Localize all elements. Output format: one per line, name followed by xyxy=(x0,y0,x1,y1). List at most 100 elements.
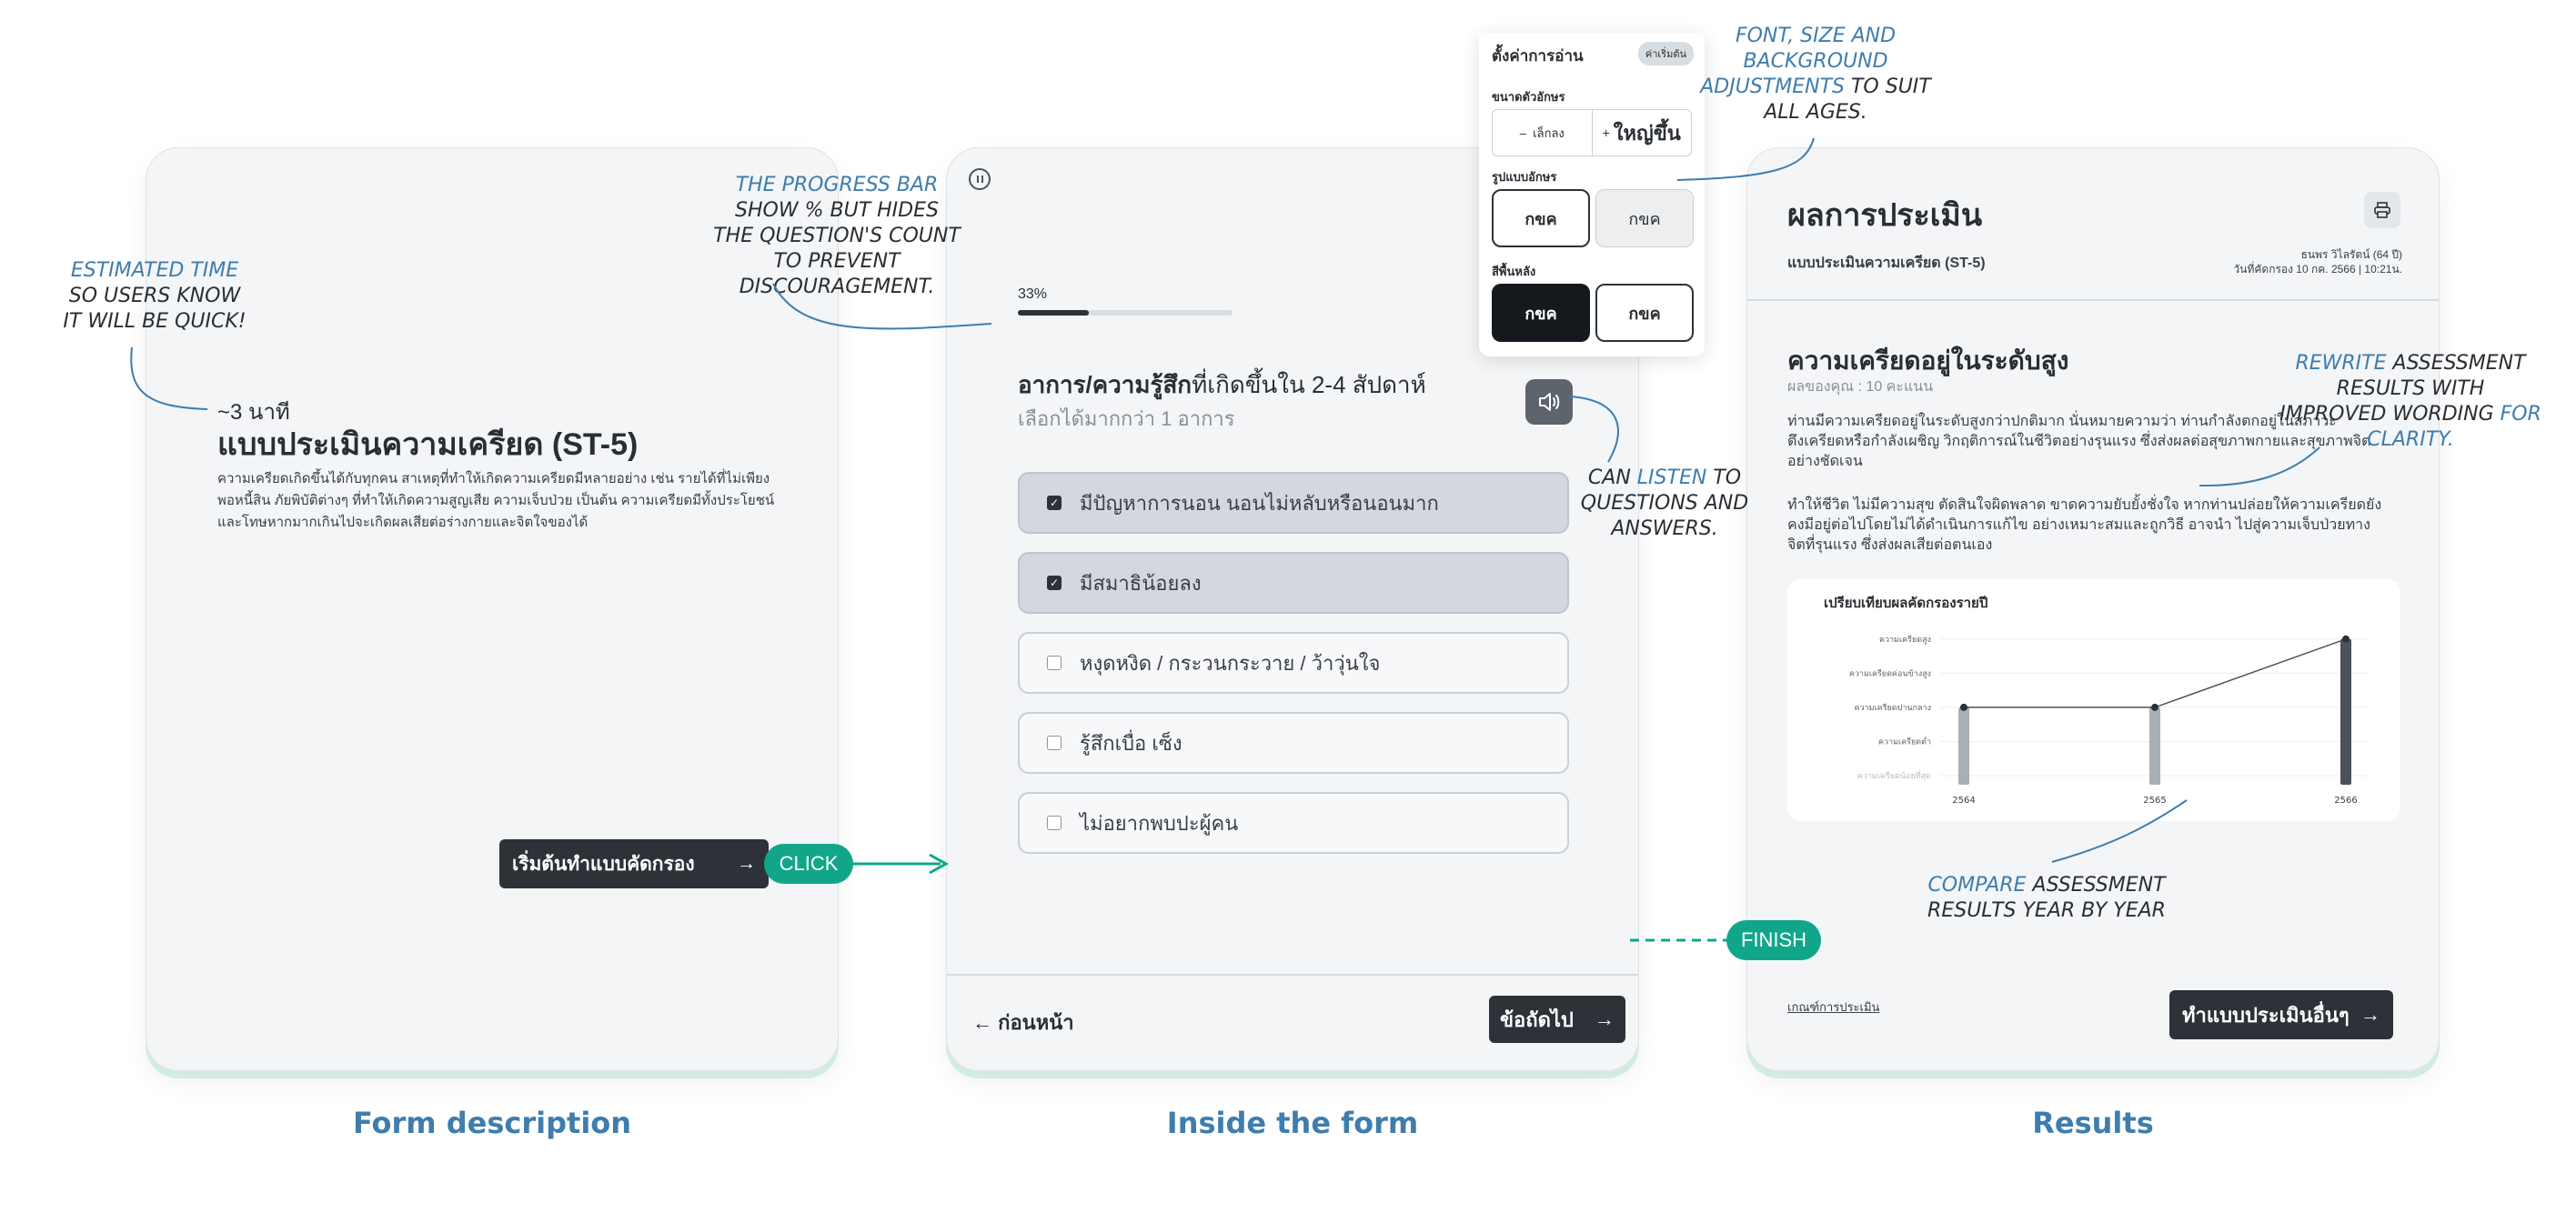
annotation-line: RESULTS YEAR BY YEAR xyxy=(1927,899,2166,922)
annotation-line: ASSESSMENT xyxy=(2392,352,2526,375)
settings-title: ตั้งค่าการอ่าน xyxy=(1492,47,1584,65)
start-screening-button[interactable]: เริ่มต้นทำแบบคัดกรอง → xyxy=(499,839,769,888)
arrow-right-icon: → xyxy=(2360,1003,2380,1026)
start-button-label: เริ่มต้นทำแบบคัดกรอง xyxy=(512,853,695,875)
annotation-font-settings: FONT, SIZE AND BACKGROUND ADJUSTMENTS TO… xyxy=(1699,24,1932,125)
option-checkbox[interactable]: ไม่อยากพบปะผู้คน xyxy=(1018,792,1569,854)
criteria-link[interactable]: เกณฑ์การประเมิน xyxy=(1787,997,1879,1017)
caption-inside-form: Inside the form xyxy=(1166,1106,1419,1140)
form-description: ความเครียดเกิดขึ้นได้กับทุกคน สาเหตุที่ท… xyxy=(217,471,775,530)
font-option-button[interactable]: กขค xyxy=(1595,189,1694,247)
annotation-line: ALL AGES. xyxy=(1764,101,1867,124)
divider xyxy=(1747,299,2439,301)
annotation-line: SHOW % BUT HIDES xyxy=(735,199,939,222)
dark-background-button[interactable]: กขค xyxy=(1492,284,1590,342)
question-subtitle: เลือกได้มากกว่า 1 อาการ xyxy=(1018,407,1235,430)
font-style-label: รูปแบบอักษร xyxy=(1492,170,1557,184)
next-question-button[interactable]: ข้อถัดไป → xyxy=(1489,996,1625,1043)
comparison-chart-card: เปรียบเทียบผลคัดกรองรายปี ความเครียดน้อย… xyxy=(1787,579,2400,821)
bar xyxy=(2149,707,2160,785)
option-checkbox[interactable]: รู้สึกเบื่อ เซ็ง xyxy=(1018,712,1569,774)
print-icon[interactable] xyxy=(2364,192,2400,228)
question-title: อาการ/ความรู้สึกที่เกิดขึ้นใน 2-4 สัปดาห… xyxy=(1018,366,1426,404)
x-tick-label: 2566 xyxy=(2334,796,2357,806)
annotation-line: REWRITE xyxy=(2295,352,2387,375)
annotation-line: ADJUSTMENTS xyxy=(1700,75,1845,98)
option-label: ไม่อยากพบปะผู้คน xyxy=(1080,811,1239,835)
option-checkbox[interactable]: ✓ มีสมาธิน้อยลง xyxy=(1018,552,1569,614)
reset-button[interactable]: ค่าเริ่มต้น xyxy=(1637,42,1694,65)
arrow-left-icon: ← xyxy=(972,1011,999,1034)
option-label: หงุดหงิด / กระวนกระวาย / ว้าวุ่นใจ xyxy=(1080,651,1381,675)
annotation-line: TO SUIT xyxy=(1850,75,1931,98)
option-checkbox[interactable]: หงุดหงิด / กระวนกระวาย / ว้าวุ่นใจ xyxy=(1018,632,1569,694)
annotation-line: SO USERS KNOW xyxy=(68,285,241,307)
caption-form-description: Form description xyxy=(352,1106,632,1140)
checkbox-icon: ✓ xyxy=(1047,576,1062,590)
annotation-line: ANSWERS. xyxy=(1611,517,1718,540)
speaker-icon[interactable] xyxy=(1525,379,1573,425)
results-form-name: แบบประเมินความเครียด (ST-5) xyxy=(1787,256,1986,271)
annotation-line: TO xyxy=(1713,466,1742,489)
minus-icon: – xyxy=(1519,125,1534,140)
yearly-comparison-chart: ความเครียดน้อยที่สุด ความเครียดต่ำ ความเคร… xyxy=(1849,635,2370,806)
annotation-compare: COMPARE ASSESSMENT RESULTS YEAR BY YEAR xyxy=(1910,873,2183,924)
light-background-button[interactable]: กขค xyxy=(1595,284,1694,342)
checkbox-icon xyxy=(1047,736,1062,750)
checkbox-icon: ✓ xyxy=(1047,496,1062,510)
annotation-line: ASSESSMENT xyxy=(2032,874,2166,897)
annotation-estimated-time: ESTIMATED TIME SO USERS KNOW IT WILL BE … xyxy=(55,258,255,335)
larger-label: ใหญ่ขึ้น xyxy=(1613,121,1681,145)
annotation-line: COMPARE xyxy=(1927,874,2027,897)
arrow-right-icon: → xyxy=(1595,1007,1615,1030)
previous-label: ก่อนหน้า xyxy=(998,1011,1074,1034)
reading-settings-popup: ตั้งค่าการอ่าน ค่าเริ่มต้น ขนาดตัวอักษร … xyxy=(1479,33,1705,356)
score-text: ผลของคุณ : 10 คะแนน xyxy=(1787,379,1934,395)
progress-fill xyxy=(1018,310,1089,316)
annotation-line: LISTEN xyxy=(1636,466,1707,489)
question-title-rest: ที่เกิดขึ้นใน 2-4 สัปดาห์ xyxy=(1192,371,1426,398)
annotation-line: THE QUESTION'S COUNT xyxy=(713,225,961,247)
annotation-line: FONT, SIZE AND xyxy=(1735,25,1897,47)
y-tick-label: ความเครียดค่อนข้างสูง xyxy=(1849,668,1931,678)
font-option-button[interactable]: กขค xyxy=(1492,189,1590,247)
bar xyxy=(1958,707,1969,785)
annotation-line: CAN xyxy=(1587,466,1631,489)
annotation-line: QUESTIONS AND xyxy=(1580,492,1749,515)
annotation-line: BACKGROUND xyxy=(1743,50,1888,73)
result-paragraph: ทำให้ชีวิต ไม่มีความสุข ตัดสินใจผิดพลาด … xyxy=(1787,497,2382,553)
other-assessments-button[interactable]: ทำแบบประเมินอื่นๆ → xyxy=(2169,990,2393,1039)
option-label: รู้สึกเบื่อ เซ็ง xyxy=(1080,731,1182,755)
plus-icon: + xyxy=(1602,125,1614,140)
data-point xyxy=(1960,703,1967,711)
option-label: มีสมาธิน้อยลง xyxy=(1080,571,1202,595)
x-tick-label: 2565 xyxy=(2143,796,2166,806)
font-larger-button[interactable]: + ใหญ่ขึ้น xyxy=(1593,110,1692,155)
font-size-control: – เล็กลง + ใหญ่ขึ้น xyxy=(1492,109,1692,156)
progress-bar xyxy=(1018,310,1233,316)
smaller-label: เล็กลง xyxy=(1533,125,1565,140)
background-label: สีพื้นหลัง xyxy=(1492,265,1536,278)
y-tick-label: ความเครียดสูง xyxy=(1879,635,1931,645)
annotation-line: IMPROVED WORDING xyxy=(2279,403,2494,426)
results-panel: ผลการประเมิน แบบประเมินความเครียด (ST-5)… xyxy=(1746,147,2440,1071)
previous-button[interactable]: ← ก่อนหน้า xyxy=(972,1007,1074,1038)
annotation-line: RESULTS WITH xyxy=(2336,377,2485,400)
annotation-listen: CAN LISTEN TO QUESTIONS AND ANSWERS. xyxy=(1574,466,1756,542)
arrow-right-icon: → xyxy=(737,853,756,874)
annotation-line: TO PREVENT DISCOURAGEMENT. xyxy=(739,250,935,298)
data-point xyxy=(2151,703,2158,711)
next-label: ข้อถัดไป xyxy=(1500,1007,1574,1031)
annotation-line: CLARITY. xyxy=(2367,428,2454,451)
font-smaller-button[interactable]: – เล็กลง xyxy=(1493,110,1593,155)
option-checkbox[interactable]: ✓ มีปัญหาการนอน นอนไม่หลับหรือนอนมาก xyxy=(1018,472,1569,534)
click-badge: CLICK xyxy=(764,844,853,884)
y-tick-label: ความเครียดปานกลาง xyxy=(1855,703,1931,713)
finish-badge: FINISH xyxy=(1726,920,1821,960)
annotation-rewrite: REWRITE ASSESSMENT RESULTS WITH IMPROVED… xyxy=(2274,351,2547,453)
option-label: มีปัญหาการนอน นอนไม่หลับหรือนอนมาก xyxy=(1080,491,1439,515)
x-tick-label: 2564 xyxy=(1952,796,1975,806)
y-tick-label: ความเครียดต่ำ xyxy=(1878,735,1931,747)
checkbox-icon xyxy=(1047,816,1062,830)
font-size-label: ขนาดตัวอักษร xyxy=(1492,90,1565,104)
